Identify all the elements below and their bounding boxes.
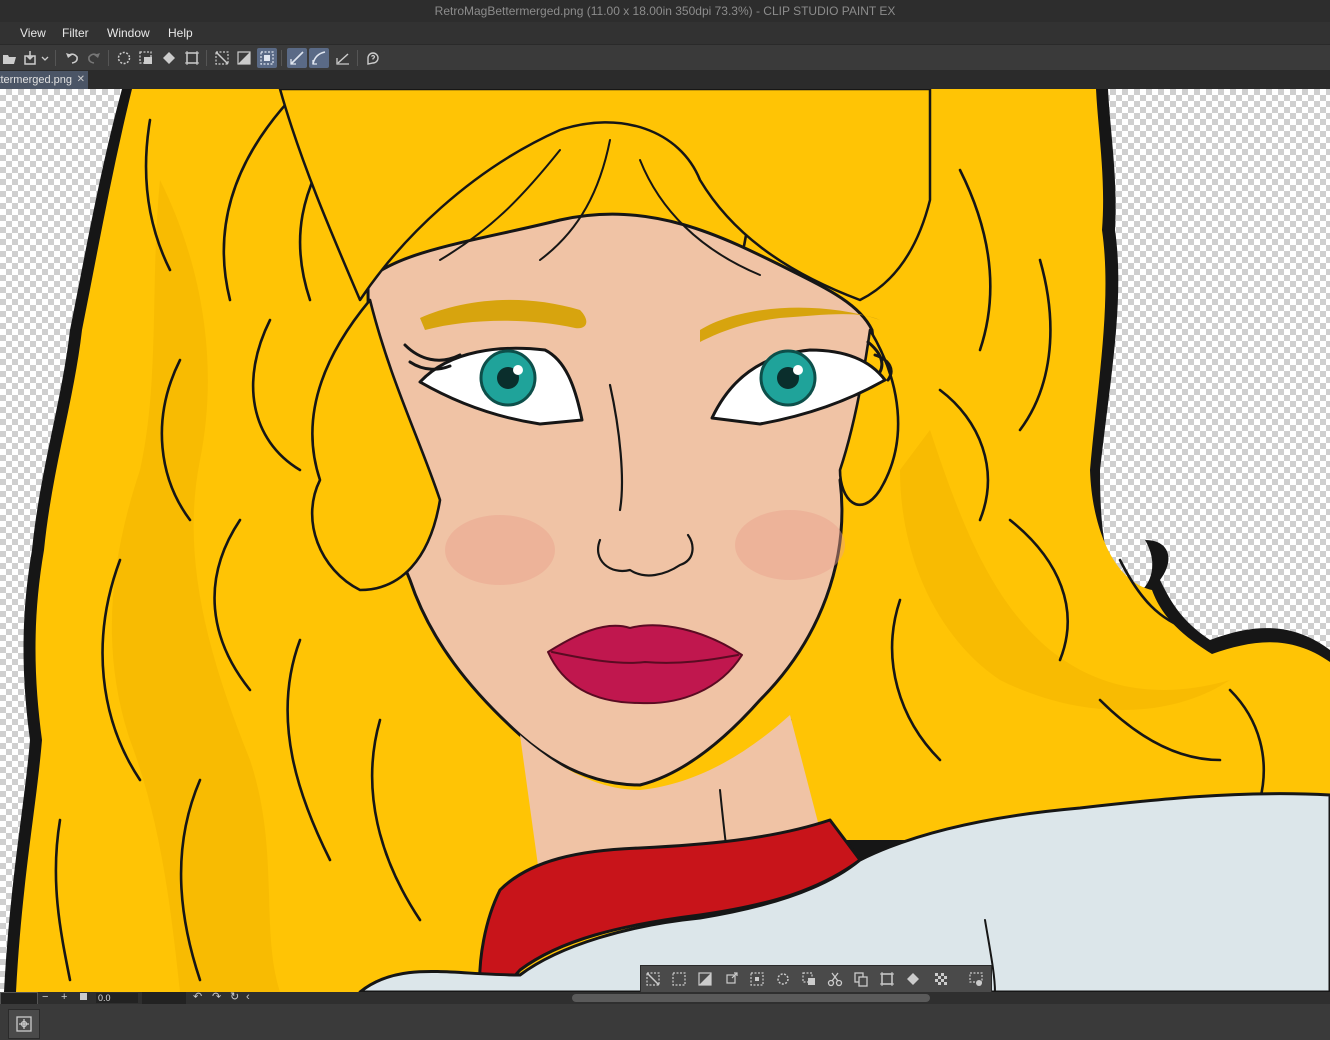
command-bar [0, 44, 1330, 72]
dropdown-chevron-icon[interactable] [38, 48, 50, 68]
reset-rotation-icon[interactable]: ↻ [230, 991, 239, 1003]
toolbar-separator [108, 50, 109, 66]
toolbar-separator [281, 50, 282, 66]
select-all-icon[interactable] [669, 969, 689, 989]
zoom-in-button[interactable]: + [61, 991, 67, 1003]
selection-launcher [640, 965, 992, 993]
snap-special-ruler-icon[interactable] [309, 48, 329, 68]
redo-icon[interactable] [84, 48, 104, 68]
horizontal-scrollbar[interactable] [572, 994, 930, 1002]
fit-view-icon[interactable] [80, 993, 87, 1000]
save-icon[interactable] [20, 48, 40, 68]
clear-selection-icon[interactable] [114, 48, 134, 68]
rotate-left-icon[interactable]: ↶ [193, 991, 202, 1003]
document-tab-bar: RetroMagBettermerged.png ✕ [0, 70, 1330, 89]
artwork-illustration [4, 89, 1330, 992]
scroll-left-icon[interactable]: ‹ [246, 991, 250, 1003]
expand-icon[interactable] [721, 969, 741, 989]
snap-grid-icon[interactable] [333, 48, 353, 68]
invert-icon[interactable] [695, 969, 715, 989]
status-bar: − + 0.0 ↶ ↷ ↻ ‹ [0, 991, 1330, 1005]
copy-icon[interactable] [851, 969, 871, 989]
transform-icon[interactable] [877, 969, 897, 989]
menu-filter[interactable]: Filter [62, 22, 89, 44]
navigator-icon [16, 1016, 32, 1032]
navigator-button[interactable] [8, 1009, 40, 1039]
menu-view[interactable]: View [20, 22, 46, 44]
pattern-icon[interactable] [931, 969, 951, 989]
cut-icon[interactable] [825, 969, 845, 989]
undo-icon[interactable] [62, 48, 82, 68]
title-bar: RetroMagBettermerged.png (11.00 x 18.00i… [0, 0, 1330, 22]
open-file-icon[interactable] [0, 48, 20, 68]
transform-icon[interactable] [182, 48, 202, 68]
shrink-icon[interactable] [747, 969, 767, 989]
toolbar-separator [55, 50, 56, 66]
rotation-value[interactable]: 0.0 [96, 993, 138, 1003]
document-tab-label: RetroMagBettermerged.png [0, 74, 72, 86]
toolbar-separator [357, 50, 358, 66]
show-selection-icon[interactable] [257, 48, 277, 68]
close-tab-icon[interactable]: ✕ [77, 71, 85, 89]
zoom-out-button[interactable]: − [42, 991, 48, 1003]
fill-icon[interactable] [159, 48, 179, 68]
rotate-right-icon[interactable]: ↷ [212, 991, 221, 1003]
settings-icon[interactable] [966, 969, 986, 989]
snap-ruler-icon[interactable] [287, 48, 307, 68]
rotation-slider[interactable] [142, 992, 186, 1004]
deselect-icon[interactable] [212, 48, 232, 68]
toolbar-separator [206, 50, 207, 66]
bottom-panel [0, 1004, 1330, 1040]
select-layer-icon[interactable] [136, 48, 156, 68]
help-icon[interactable] [363, 48, 383, 68]
menu-bar: View Filter Window Help [0, 22, 1330, 44]
copy-paste-icon[interactable] [799, 969, 819, 989]
menu-help[interactable]: Help [168, 22, 193, 44]
document-tab[interactable]: RetroMagBettermerged.png ✕ [0, 71, 88, 89]
fill-icon[interactable] [903, 969, 923, 989]
magic-wand-icon[interactable] [773, 969, 793, 989]
drawing-canvas[interactable] [0, 89, 1330, 992]
deselect-icon[interactable] [643, 969, 663, 989]
menu-window[interactable]: Window [107, 22, 150, 44]
window-title: RetroMagBettermerged.png (11.00 x 18.00i… [434, 4, 896, 18]
invert-selection-icon[interactable] [234, 48, 254, 68]
